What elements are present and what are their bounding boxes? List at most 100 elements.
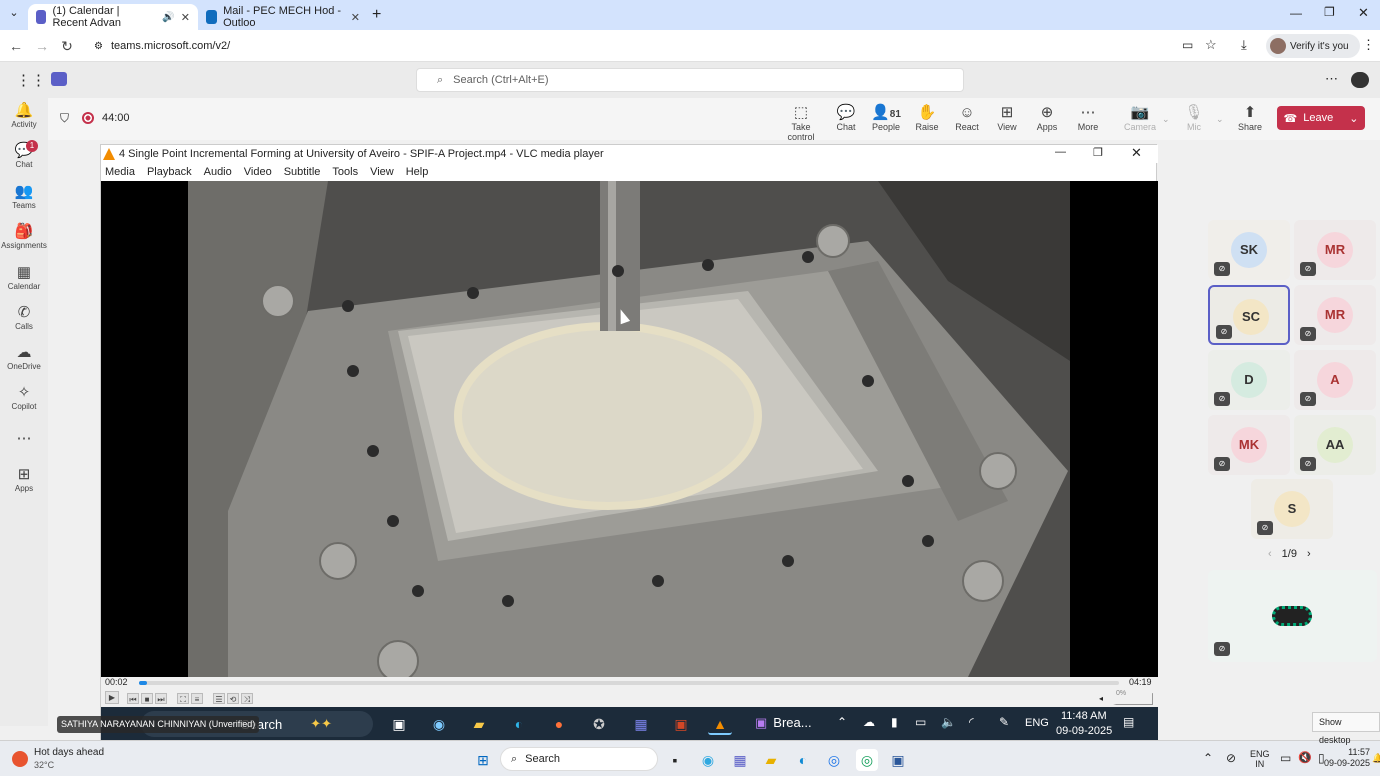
vlc-close-icon[interactable]: ✕ (1131, 145, 1142, 161)
powerpoint-icon[interactable]: ▣ (669, 713, 693, 735)
participant-tile[interactable]: SK ⊘ (1208, 220, 1290, 280)
rail-onedrive[interactable]: ☁ OneDrive (0, 340, 48, 380)
menu-audio[interactable]: Audio (204, 166, 232, 178)
close-tab-icon[interactable]: ✕ (351, 11, 360, 24)
extended-settings-icon[interactable]: ≡ (191, 693, 203, 704)
breakout-app[interactable]: ▣ Brea... (755, 715, 812, 731)
menu-subtitle[interactable]: Subtitle (284, 166, 321, 178)
chrome-profile-icon[interactable]: ◎ (856, 749, 878, 771)
os-clock[interactable]: 11:57 09-09-2025 (1318, 747, 1370, 769)
menu-media[interactable]: Media (105, 166, 135, 178)
menu-video[interactable]: Video (244, 166, 272, 178)
vlc-taskbar-icon[interactable]: ▲ (708, 713, 732, 735)
back-icon[interactable]: ← (6, 36, 26, 56)
rail-assignments[interactable]: 🎒 Assignments (0, 219, 48, 259)
more-button[interactable]: ⋯ More (1068, 104, 1108, 138)
install-app-icon[interactable]: ▭ (1182, 38, 1193, 52)
rail-activity[interactable]: 🔔 Activity (0, 98, 48, 138)
app-icon[interactable]: ✪ (587, 713, 611, 735)
share-button[interactable]: ⬆ Share (1230, 104, 1270, 138)
camera-chevron-icon[interactable]: ⌄ (1162, 114, 1170, 125)
participant-tile[interactable]: MK ⊘ (1208, 415, 1290, 475)
self-view-tile[interactable]: ⊘ (1208, 570, 1377, 662)
video-area[interactable] (101, 181, 1158, 677)
file-explorer-icon[interactable]: ▰ (467, 713, 491, 735)
previous-icon[interactable]: ⏮ (127, 693, 139, 704)
loop-icon[interactable]: ⟲ (227, 693, 239, 704)
react-button[interactable]: ☺ React (947, 104, 987, 138)
seek-bar[interactable] (139, 681, 1119, 685)
rail-calendar[interactable]: ▦ Calendar (0, 260, 48, 300)
stop-icon[interactable]: ■ (141, 693, 153, 704)
start-icon[interactable]: ⊞ (472, 749, 494, 771)
minimize-icon[interactable]: — (1290, 6, 1302, 20)
raise-hand-button[interactable]: ✋ Raise (907, 104, 947, 138)
verify-button[interactable]: Verify it's you (1266, 34, 1360, 58)
rail-more[interactable]: ⋯ (0, 426, 48, 466)
user-avatar[interactable] (1351, 72, 1369, 88)
edge-icon[interactable]: ◐ (792, 749, 814, 771)
mic-button[interactable]: 🎙 Mic (1174, 104, 1214, 138)
forward-icon[interactable]: → (32, 36, 52, 56)
participant-tile[interactable]: S ⊘ (1251, 479, 1333, 539)
rail-teams[interactable]: 👥 Teams (0, 179, 48, 219)
edge-icon[interactable]: ◐ (507, 713, 531, 735)
close-tab-icon[interactable]: ✕ (181, 11, 190, 24)
site-info-icon[interactable]: ⚙ (94, 41, 103, 52)
participant-tile[interactable]: A ⊘ (1294, 350, 1376, 410)
chrome-icon[interactable]: ◎ (823, 749, 845, 771)
firefox-icon[interactable]: ● (547, 713, 571, 735)
os-search-box[interactable]: ⌕ Search (500, 747, 658, 771)
notification-icon[interactable]: ▤ (1123, 715, 1134, 729)
take-control-button[interactable]: ⬚ Take control (778, 104, 824, 142)
participant-tile[interactable]: AA ⊘ (1294, 415, 1376, 475)
teams-app-icon[interactable]: ▦ (729, 749, 751, 771)
notification-bell-icon[interactable]: 🔔 (1372, 753, 1380, 764)
playlist-icon[interactable]: ☰ (213, 693, 225, 704)
view-button[interactable]: ⊞ View (987, 104, 1027, 138)
participant-tile[interactable]: D ⊘ (1208, 350, 1290, 410)
task-view-icon[interactable]: ▪ (664, 749, 686, 771)
download-icon[interactable]: ⤓ (1241, 37, 1247, 53)
chat-button[interactable]: 💬 Chat (826, 104, 866, 138)
tray-chevron-icon[interactable]: ⌃ (837, 715, 847, 729)
copilot-app-icon[interactable]: ◉ (697, 749, 719, 771)
new-tab-icon[interactable]: + (372, 6, 381, 24)
menu-tools[interactable]: Tools (332, 166, 358, 178)
menu-view[interactable]: View (370, 166, 394, 178)
bookmark-icon[interactable]: ☆ (1205, 37, 1217, 53)
rail-chat[interactable]: 💬 1 Chat (0, 138, 48, 178)
reload-icon[interactable]: ↻ (57, 36, 77, 56)
menu-help[interactable]: Help (406, 166, 429, 178)
url-field[interactable]: ⚙ teams.microsoft.com/v2/ (88, 33, 1228, 59)
task-view-icon[interactable]: ▣ (387, 713, 411, 735)
teams-app-icon[interactable]: ▦ (629, 713, 653, 735)
participant-tile[interactable]: MR ⊘ (1294, 220, 1376, 280)
volume-icon[interactable]: ◂ (1099, 694, 1103, 703)
maximize-icon[interactable]: ❐ (1324, 5, 1335, 19)
copilot-app-icon[interactable]: ◉ (427, 713, 451, 735)
close-window-icon[interactable]: ✕ (1358, 5, 1369, 21)
camera-button[interactable]: 📷 Camera (1120, 104, 1160, 138)
vlc-minimize-icon[interactable]: — (1055, 146, 1066, 158)
os-language[interactable]: ENG IN (1250, 749, 1270, 769)
participant-tile[interactable]: MR ⊘ (1294, 285, 1376, 345)
play-icon[interactable]: ▶ (105, 691, 119, 704)
people-button[interactable]: 👤81 People (866, 104, 906, 138)
menu-playback[interactable]: Playback (147, 166, 192, 178)
tab-outlook[interactable]: Mail - PEC MECH Hod - Outloo ✕ (198, 4, 368, 30)
apps-button[interactable]: ⊕ Apps (1027, 104, 1067, 138)
browser-menu-icon[interactable]: ⋮ (1362, 37, 1375, 53)
tray-chevron-icon[interactable]: ⌃ (1203, 751, 1213, 765)
shuffle-icon[interactable]: ⤨ (241, 693, 253, 704)
chevron-left-icon[interactable]: ‹ (1268, 548, 1272, 560)
participant-tile[interactable]: SC ⊘ (1208, 285, 1290, 345)
word-icon[interactable]: ▣ (887, 749, 909, 771)
tab-list-icon[interactable]: ⌄ (6, 6, 22, 22)
weather-widget[interactable]: Hot days ahead 32°C (12, 747, 104, 771)
leave-button[interactable]: ☎ Leave ⌄ (1277, 106, 1365, 130)
rail-copilot[interactable]: ✧ Copilot (0, 380, 48, 420)
shield-icon[interactable]: ⛉ (60, 111, 69, 126)
settings-more-icon[interactable]: ⋯ (1325, 71, 1338, 87)
mic-chevron-icon[interactable]: ⌄ (1216, 114, 1224, 125)
